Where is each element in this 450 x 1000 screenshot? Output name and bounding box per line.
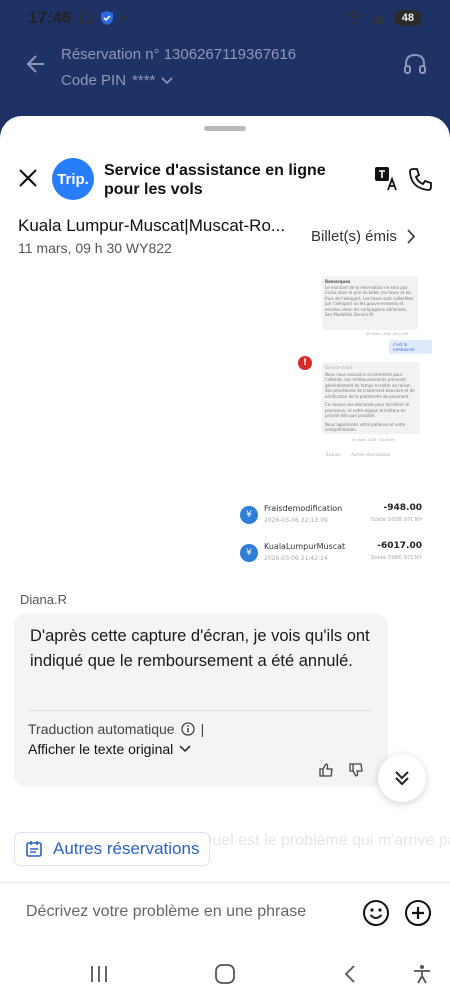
transaction-date: 2026-03-06 22:13:09 xyxy=(264,517,328,524)
screenshot-timestamp: 09 mars 2026, 18:16:09 xyxy=(352,438,395,442)
transaction-balance: Solde 5986.97CNY xyxy=(370,555,422,561)
transaction-amount: -6017.00 xyxy=(377,541,422,551)
screenshot-agent-paragraph: Ce nouvel une demande pour accélérer le … xyxy=(325,402,410,418)
pin-mask: **** xyxy=(132,72,156,89)
show-original-button[interactable]: Afficher le texte original xyxy=(28,741,191,757)
transaction-name: KualaLumpurMuscat xyxy=(264,542,346,551)
transaction-date: 2026-03-06 21:42:14 xyxy=(264,555,328,562)
attached-screenshot-chat[interactable]: Remarques Le montant de la réservation n… xyxy=(296,274,432,470)
message-text: D'après cette capture d'écran, je vois q… xyxy=(30,627,370,670)
chat-title: Service d'assistance en ligne pour les v… xyxy=(104,162,326,198)
currency-icon: ¥ xyxy=(240,544,258,562)
wifi-icon xyxy=(346,11,364,25)
reservation-number: Réservation n° 1306267119367616 xyxy=(61,46,297,63)
screenshot-remarks-note: Ses Modalités Service N xyxy=(325,312,373,317)
scroll-down-button[interactable] xyxy=(378,754,426,802)
double-chevron-down-icon xyxy=(395,771,409,786)
agent-message-bubble: D'après cette capture d'écran, je vois q… xyxy=(14,614,388,786)
screenshot-user-chip: c'est la remboursé xyxy=(389,340,432,354)
phone-icon[interactable] xyxy=(407,166,433,192)
sheet-handle[interactable] xyxy=(204,126,246,131)
error-icon: ! xyxy=(298,356,312,370)
clock: 17:46 xyxy=(28,8,72,27)
shield-icon xyxy=(101,11,114,25)
trip-logo: Trip. xyxy=(52,158,94,200)
screenshot-agent-reply: Service client Nous nous excusons sincèr… xyxy=(322,362,420,434)
dot-icon xyxy=(121,15,127,21)
transaction-row: ¥ KualaLumpurMuscat 2026-03-06 21:42:14 … xyxy=(236,538,430,568)
info-icon[interactable] xyxy=(180,722,195,736)
transaction-balance: Solde 5038.97CNY xyxy=(370,517,422,523)
thumbs-down-icon[interactable] xyxy=(348,762,364,778)
auto-translation-row: Traduction automatique | xyxy=(28,721,204,737)
screenshot-feedback-rate: Évaluer xyxy=(326,452,342,457)
status-bar: 17:46 48 xyxy=(0,0,450,36)
booking-header: Réservation n° 1306267119367616 Code PIN… xyxy=(0,36,450,98)
back-icon[interactable] xyxy=(342,964,358,984)
chat-header: Trip. Service d'assistance en ligne pour… xyxy=(0,156,450,204)
system-nav-bar xyxy=(0,954,450,1000)
show-original-label: Afficher le texte original xyxy=(28,741,174,757)
messenger-icon xyxy=(79,11,94,25)
translate-icon[interactable] xyxy=(374,166,400,192)
ticket-status-link[interactable]: Billet(s) émis xyxy=(311,228,416,245)
transaction-row: ¥ Fraisdemodification 2026-03-06 22:13:0… xyxy=(236,500,430,530)
attached-screenshot-transactions[interactable]: ¥ Fraisdemodification 2026-03-06 22:13:0… xyxy=(230,498,432,570)
feedback-buttons xyxy=(318,762,364,778)
chat-sheet: Trip. Service d'assistance en ligne pour… xyxy=(0,116,450,1000)
auto-translation-label: Traduction automatique xyxy=(28,721,175,737)
home-icon[interactable] xyxy=(214,964,236,984)
transaction-amount: -948.00 xyxy=(383,503,422,513)
flight-info: 11 mars, 09 h 30 WY822 xyxy=(18,240,172,256)
chevron-right-icon xyxy=(407,229,416,244)
close-icon[interactable] xyxy=(16,166,40,190)
chevron-down-icon xyxy=(179,745,191,753)
emoji-icon[interactable] xyxy=(362,899,390,927)
screenshot-remarks-box: Remarques Le montant de la réservation n… xyxy=(322,276,418,330)
separator: | xyxy=(200,721,205,737)
other-reservations-button[interactable]: Autres réservations xyxy=(14,832,211,866)
accessibility-icon[interactable] xyxy=(412,964,432,984)
screenshot-agent-paragraph: Nous apprécions votre patience et votre … xyxy=(325,421,406,433)
screenshot-feedback-other: Autres réservations xyxy=(351,452,391,457)
screenshot-agent-paragraph: Nous nous excusons sincèrement pour l'at… xyxy=(325,371,415,399)
pin-label: Code PIN xyxy=(61,72,127,89)
currency-icon: ¥ xyxy=(240,506,258,524)
chevron-down-icon xyxy=(161,76,173,84)
screenshot-remarks-text: Le montant de la réservation ne sera pas… xyxy=(325,284,414,312)
other-reservations-label: Autres réservations xyxy=(53,839,200,858)
ticket-status: Billet(s) émis xyxy=(311,228,397,245)
flight-route: Kuala Lumpur-Muscat|Muscat-Ro... xyxy=(18,216,286,235)
back-arrow-icon[interactable] xyxy=(22,52,46,76)
screenshot-feedback-row: Évaluer Autres réservations xyxy=(326,452,390,457)
battery-indicator: 48 xyxy=(393,10,422,26)
headset-icon[interactable] xyxy=(402,52,428,78)
pin-code-toggle[interactable]: Code PIN **** xyxy=(61,72,173,89)
thumbs-up-icon[interactable] xyxy=(318,762,334,778)
screenshot-timestamp: 09 mars 2026, 18:14:09 xyxy=(366,332,409,336)
message-input-bar: Décrivez votre problème en une phrase xyxy=(0,882,450,942)
screenshot-agent-name: Service client xyxy=(325,365,353,370)
recent-apps-icon[interactable] xyxy=(88,964,110,984)
calendar-list-icon xyxy=(26,841,42,857)
message-sender: Diana.R xyxy=(20,592,67,607)
divider xyxy=(28,710,372,711)
plus-icon[interactable] xyxy=(404,899,432,927)
signal-icon xyxy=(370,14,384,24)
screenshot-remarks-title: Remarques xyxy=(325,279,351,284)
message-input[interactable]: Décrivez votre problème en une phrase xyxy=(26,903,306,921)
faded-suggestion: Quel est le problème qui m'arrive pas xyxy=(200,832,450,849)
transaction-name: Fraisdemodification xyxy=(264,504,343,513)
